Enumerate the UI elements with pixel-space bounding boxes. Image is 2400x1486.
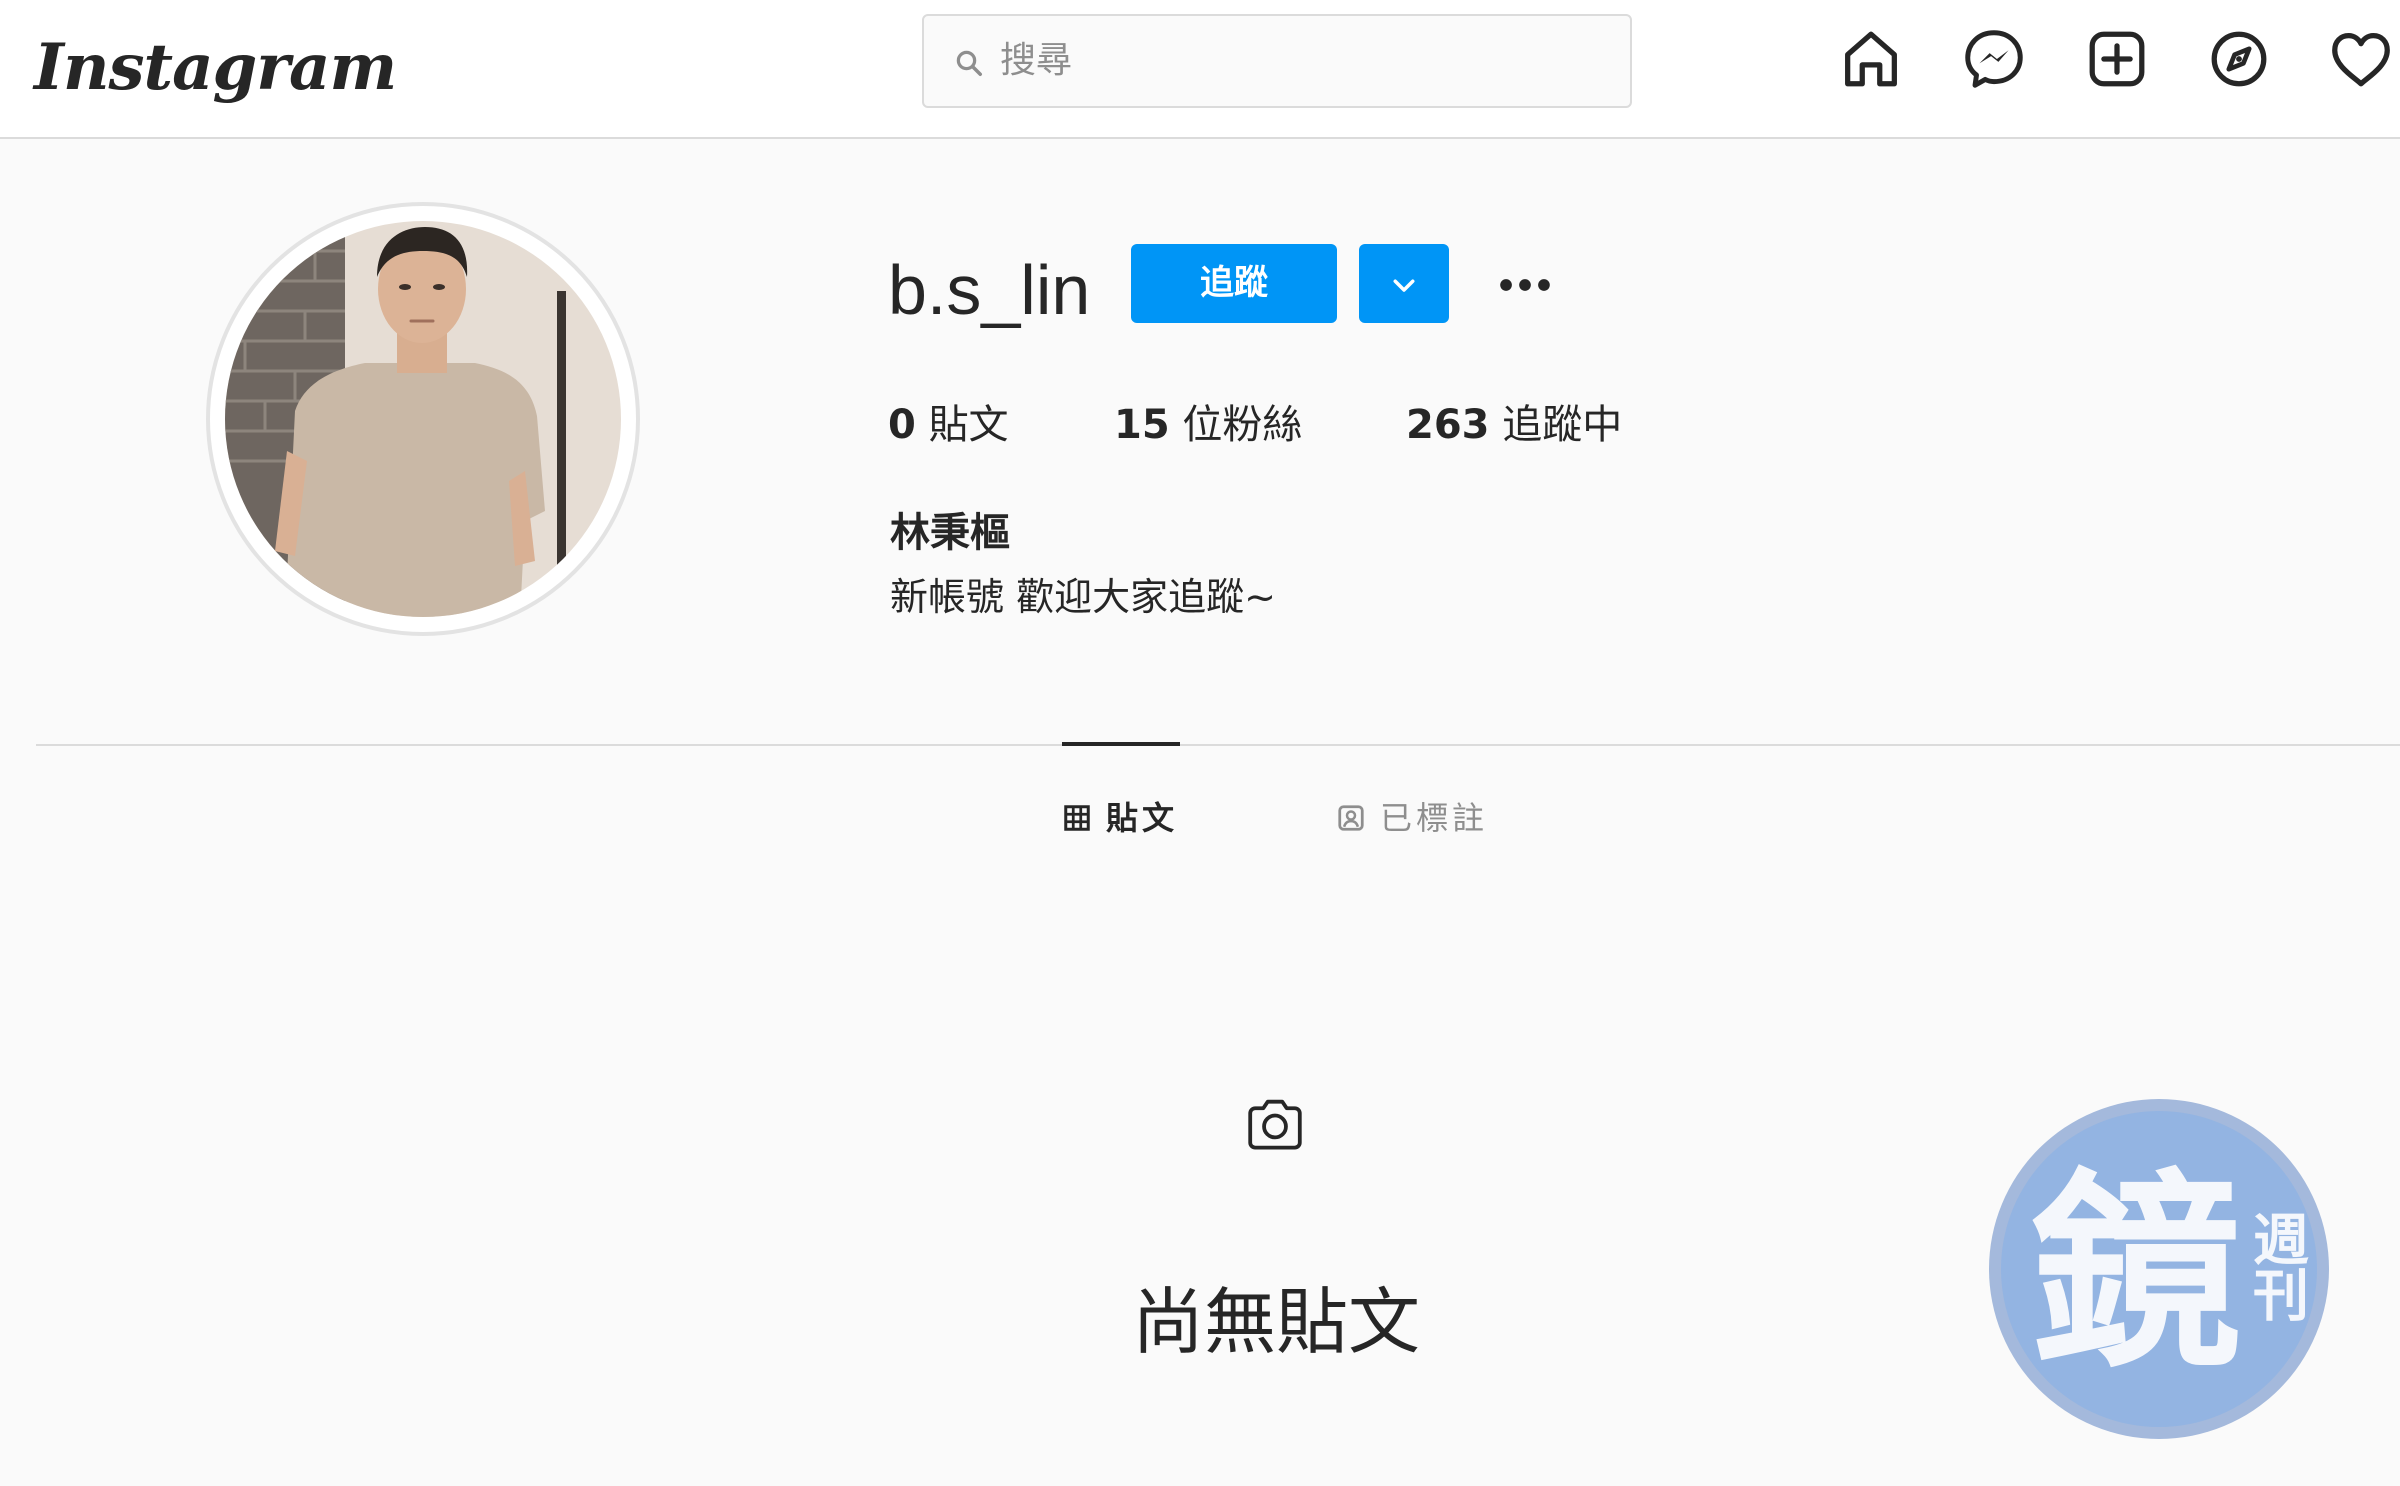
followers-label: 位粉絲 [1182,402,1303,448]
posts-count-stat: 0 貼文 [888,390,1009,460]
top-navigation-bar: Instagram 搜尋 [0,0,2400,139]
mirror-media-watermark: 鏡 週刊 [1986,1096,2332,1442]
activity-heart-icon[interactable] [2326,24,2396,94]
home-icon[interactable] [1836,24,1906,94]
instagram-logo[interactable]: Instagram [34,18,397,118]
tab-tagged-label: 已標註 [1380,799,1489,837]
more-horizontal-icon [1500,279,1550,291]
suggested-accounts-button[interactable] [1359,244,1449,323]
follow-button[interactable]: 追蹤 [1131,244,1337,323]
tagged-icon [1338,805,1364,831]
profile-avatar[interactable] [225,221,621,617]
grid-icon [1064,805,1090,831]
posts-label: 貼文 [928,402,1009,448]
tab-tagged[interactable]: 已標註 [1336,790,1488,846]
search-icon [956,50,982,76]
following-count: 263 [1406,402,1490,448]
chevron-down-icon [1393,279,1415,292]
search-input[interactable]: 搜尋 [922,14,1632,108]
watermark-main-char: 鏡 [2031,1151,2241,1396]
following-label: 追蹤中 [1502,402,1623,448]
tabs-divider [36,744,2400,746]
profile-avatar-ring [206,202,640,636]
following-count-stat[interactable]: 263 追蹤中 [1406,390,1622,460]
search-placeholder: 搜尋 [1000,40,1073,81]
new-post-icon[interactable] [2082,24,2152,94]
tab-posts[interactable]: 貼文 [1062,790,1178,846]
followers-count: 15 [1114,402,1170,448]
no-posts-message: 尚無貼文 [1131,1280,1420,1364]
messenger-icon[interactable] [1959,24,2029,94]
more-options-button[interactable] [1490,250,1560,320]
profile-bio: 新帳號 歡迎大家追蹤~ [890,575,1276,619]
posts-count: 0 [888,402,916,448]
profile-username: b.s_lin [888,251,1091,329]
tab-posts-label: 貼文 [1106,799,1179,837]
explore-icon[interactable] [2204,24,2274,94]
followers-count-stat[interactable]: 15 位粉絲 [1114,390,1302,460]
watermark-side-chars: 週刊 [2244,1210,2309,1322]
profile-full-name: 林秉樞 [890,510,1010,556]
active-tab-indicator [1062,742,1180,746]
camera-icon [1240,1090,1310,1160]
